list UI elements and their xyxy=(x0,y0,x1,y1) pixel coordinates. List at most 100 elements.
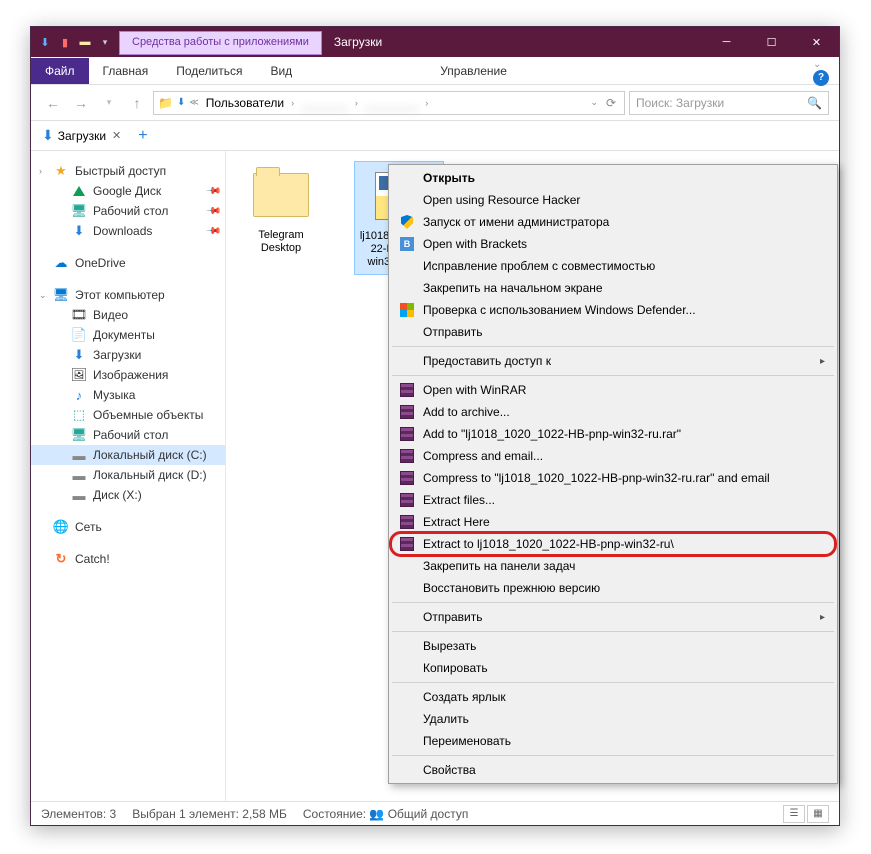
folder-icon xyxy=(251,165,311,225)
ribbon-tabs: Файл Главная Поделиться Вид Управление ⌄… xyxy=(31,57,839,85)
sidebar-downloads-ru[interactable]: ⬇ Загрузки xyxy=(31,345,225,365)
cm-add-archive[interactable]: Add to archive... xyxy=(391,401,835,423)
sidebar-desktop[interactable]: 🖥Рабочий стол📌 xyxy=(31,201,225,221)
context-menu: Открыть Open using Resource Hacker Запус… xyxy=(388,164,838,784)
sidebar-label: OneDrive xyxy=(75,256,126,270)
cm-open-winrar[interactable]: Open with WinRAR xyxy=(391,379,835,401)
cm-send-to[interactable]: Отправить xyxy=(391,321,835,343)
cm-extract-to[interactable]: Extract to lj1018_1020_1022-HB-pnp-win32… xyxy=(391,533,835,555)
sidebar-music[interactable]: ♪Музыка xyxy=(31,385,225,405)
chevron-right-icon[interactable]: › xyxy=(39,166,42,176)
address-bar-row: ← → ▾ ↑ 📁 ⬇ ≪ Пользователи › _______ › _… xyxy=(31,85,839,121)
view-details-button[interactable]: ☰ xyxy=(783,805,805,823)
cm-create-shortcut[interactable]: Создать ярлык xyxy=(391,686,835,708)
chevron-icon[interactable]: › xyxy=(355,98,358,108)
cm-compress-email[interactable]: Compress and email... xyxy=(391,445,835,467)
cm-defender[interactable]: Проверка с использованием Windows Defend… xyxy=(391,299,835,321)
tab-share[interactable]: Поделиться xyxy=(162,58,256,84)
back-button[interactable]: ← xyxy=(41,91,65,115)
cm-restore[interactable]: Восстановить прежнюю версию xyxy=(391,577,835,599)
cm-separator xyxy=(392,755,834,756)
download-icon: ⬇ xyxy=(71,347,87,363)
cm-pin-start[interactable]: Закрепить на начальном экране xyxy=(391,277,835,299)
sidebar-videos[interactable]: 🎞Видео xyxy=(31,305,225,325)
sidebar-documents[interactable]: 📄Документы xyxy=(31,325,225,345)
cm-run-admin[interactable]: Запуск от имени администратора xyxy=(391,211,835,233)
sidebar-onedrive[interactable]: ☁OneDrive xyxy=(31,253,225,273)
view-icons-button[interactable]: ▦ xyxy=(807,805,829,823)
sidebar-gdrive[interactable]: Google Диск📌 xyxy=(31,181,225,201)
breadcrumb-blurred-1[interactable]: _______ xyxy=(298,96,351,110)
sidebar-this-pc[interactable]: ⌄🖥Этот компьютер xyxy=(31,285,225,305)
chevron-icon[interactable]: › xyxy=(291,98,294,108)
download-icon: ⬇ xyxy=(42,127,54,144)
address-dropdown-icon[interactable]: ⌄ xyxy=(590,97,598,108)
cm-open[interactable]: Открыть xyxy=(391,167,835,189)
cm-copy[interactable]: Копировать xyxy=(391,657,835,679)
tab-home[interactable]: Главная xyxy=(89,58,163,84)
sidebar-disk-c[interactable]: ▬Локальный диск (C:) xyxy=(31,445,225,465)
sidebar-desktop2[interactable]: 🖥Рабочий стол xyxy=(31,425,225,445)
location-tab-downloads[interactable]: ⬇ Загрузки ✕ xyxy=(35,124,128,147)
sidebar-label: Загрузки xyxy=(93,348,141,362)
tab-view[interactable]: Вид xyxy=(256,58,306,84)
cm-delete[interactable]: Удалить xyxy=(391,708,835,730)
help-icon[interactable]: ? xyxy=(813,70,829,86)
new-tab-button[interactable]: + xyxy=(132,127,153,145)
sidebar-quick-access[interactable]: ›★Быстрый доступ xyxy=(31,161,225,181)
chevron-icon: ≪ xyxy=(189,97,198,108)
breadcrumb-users[interactable]: Пользователи xyxy=(203,96,287,110)
cm-add-rar[interactable]: Add to "lj1018_1020_1022-HB-pnp-win32-ru… xyxy=(391,423,835,445)
maximize-button[interactable]: ☐ xyxy=(749,27,794,57)
disk-icon: ▬ xyxy=(71,447,87,463)
qat-icon-1[interactable]: ▮ xyxy=(57,34,73,50)
close-button[interactable]: ✕ xyxy=(794,27,839,57)
qat-dropdown-icon[interactable]: ▾ xyxy=(97,34,113,50)
forward-button[interactable]: → xyxy=(69,91,93,115)
cm-extract-files[interactable]: Extract files... xyxy=(391,489,835,511)
breadcrumb-blurred-2[interactable]: ________ xyxy=(362,96,421,110)
up-button[interactable]: ↑ xyxy=(125,91,149,115)
tab-file[interactable]: Файл xyxy=(31,58,89,84)
cm-send-to-2[interactable]: Отправить▸ xyxy=(391,606,835,628)
search-placeholder: Поиск: Загрузки xyxy=(636,96,724,110)
sidebar-disk-d[interactable]: ▬Локальный диск (D:) xyxy=(31,465,225,485)
cm-share-access[interactable]: Предоставить доступ к▸ xyxy=(391,350,835,372)
address-input[interactable]: 📁 ⬇ ≪ Пользователи › _______ › ________ … xyxy=(153,91,625,115)
cm-resource-hacker[interactable]: Open using Resource Hacker xyxy=(391,189,835,211)
app-icon: ⬇ xyxy=(37,34,53,50)
desktop-icon: 🖥 xyxy=(71,427,87,443)
sidebar-images[interactable]: 🖼Изображения xyxy=(31,365,225,385)
chevron-icon[interactable]: › xyxy=(425,98,428,108)
navigation-pane: ›★Быстрый доступ Google Диск📌 🖥Рабочий с… xyxy=(31,151,226,801)
cm-properties[interactable]: Свойства xyxy=(391,759,835,781)
cm-rename[interactable]: Переименовать xyxy=(391,730,835,752)
cm-extract-here[interactable]: Extract Here xyxy=(391,511,835,533)
cm-brackets[interactable]: BOpen with Brackets xyxy=(391,233,835,255)
status-state: Состояние: 👥 Общий доступ xyxy=(303,807,468,821)
refresh-icon[interactable]: ⟳ xyxy=(602,96,620,110)
cm-compat[interactable]: Исправление проблем с совместимостью xyxy=(391,255,835,277)
qat-icon-2[interactable]: ▬ xyxy=(77,34,93,50)
cm-pin-taskbar[interactable]: Закрепить на панели задач xyxy=(391,555,835,577)
minimize-button[interactable]: ─ xyxy=(704,27,749,57)
chevron-down-icon[interactable]: ⌄ xyxy=(39,290,47,301)
sidebar-network[interactable]: 🌐Сеть xyxy=(31,517,225,537)
file-item-telegram[interactable]: Telegram Desktop xyxy=(236,161,326,275)
sidebar-3d[interactable]: ⬚Объемные объекты xyxy=(31,405,225,425)
sidebar-downloads[interactable]: ⬇Downloads📌 xyxy=(31,221,225,241)
cm-compress-email-to[interactable]: Compress to "lj1018_1020_1022-HB-pnp-win… xyxy=(391,467,835,489)
recent-dropdown[interactable]: ▾ xyxy=(97,91,121,115)
location-tabs: ⬇ Загрузки ✕ + xyxy=(31,121,839,151)
tab-manage[interactable]: Управление xyxy=(426,58,521,84)
close-tab-icon[interactable]: ✕ xyxy=(112,129,121,142)
sidebar-label: Сеть xyxy=(75,520,102,534)
rar-icon xyxy=(399,470,415,486)
window-controls: ─ ☐ ✕ xyxy=(704,27,839,57)
search-input[interactable]: Поиск: Загрузки 🔍 xyxy=(629,91,829,115)
cm-cut[interactable]: Вырезать xyxy=(391,635,835,657)
sidebar-disk-x[interactable]: ▬Диск (X:) xyxy=(31,485,225,505)
sidebar-catch[interactable]: ↻Catch! xyxy=(31,549,225,569)
collapse-ribbon-icon[interactable]: ⌄ xyxy=(813,59,821,70)
disk-icon: ▬ xyxy=(71,487,87,503)
